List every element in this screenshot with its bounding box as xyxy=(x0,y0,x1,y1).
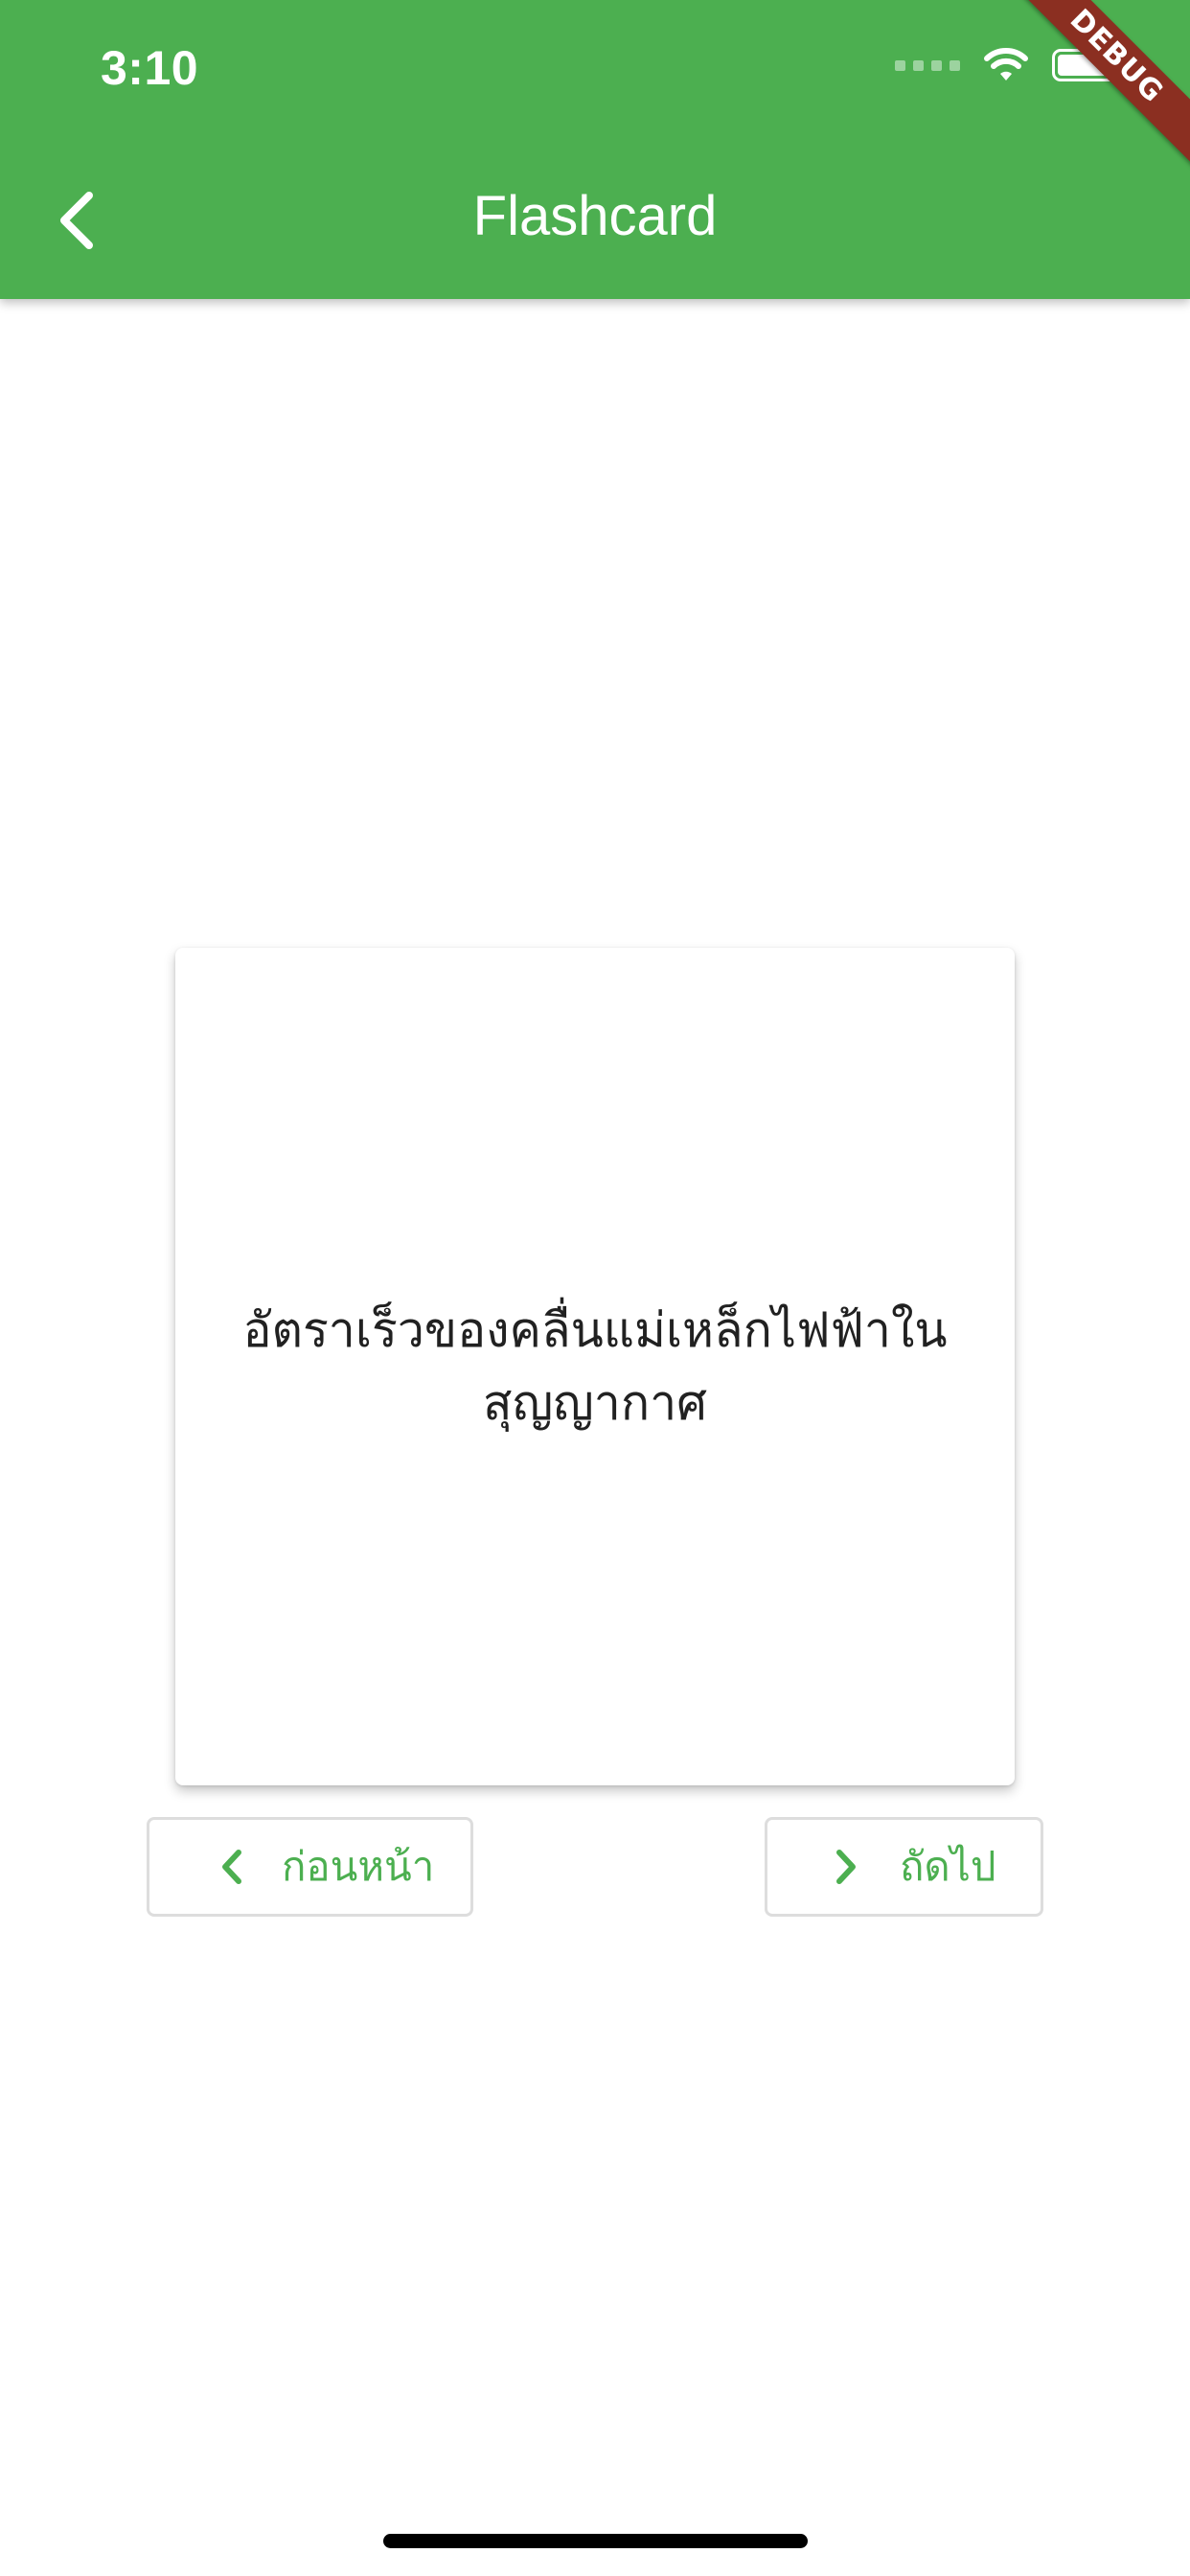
page-title: Flashcard xyxy=(472,185,718,247)
previous-button[interactable]: ก่อนหน้า xyxy=(147,1817,473,1917)
previous-label: ก่อนหน้า xyxy=(282,1843,435,1890)
flashcard-text: อัตราเร็วของคลื่นแม่เหล็กไฟฟ้าในสุญญากาศ xyxy=(242,1302,948,1431)
home-indicator[interactable] xyxy=(383,2534,808,2548)
status-time: 3:10 xyxy=(101,41,199,95)
flashcard[interactable]: อัตราเร็วของคลื่นแม่เหล็กไฟฟ้าในสุญญากาศ xyxy=(175,948,1015,1785)
wifi-icon xyxy=(983,48,1029,82)
chevron-right-icon xyxy=(817,1848,875,1886)
next-button[interactable]: ถัดไป xyxy=(765,1817,1043,1917)
app-bar: 3:10 Flashcard DEBUG xyxy=(0,0,1190,299)
debug-banner: DEBUG xyxy=(989,0,1190,184)
next-label: ถัดไป xyxy=(900,1843,996,1890)
chevron-left-icon xyxy=(203,1848,261,1886)
signal-icon xyxy=(895,59,960,71)
flashcard-screen: 3:10 Flashcard DEBUG อัตราเร็วของคลื่นแม… xyxy=(0,0,1190,2576)
